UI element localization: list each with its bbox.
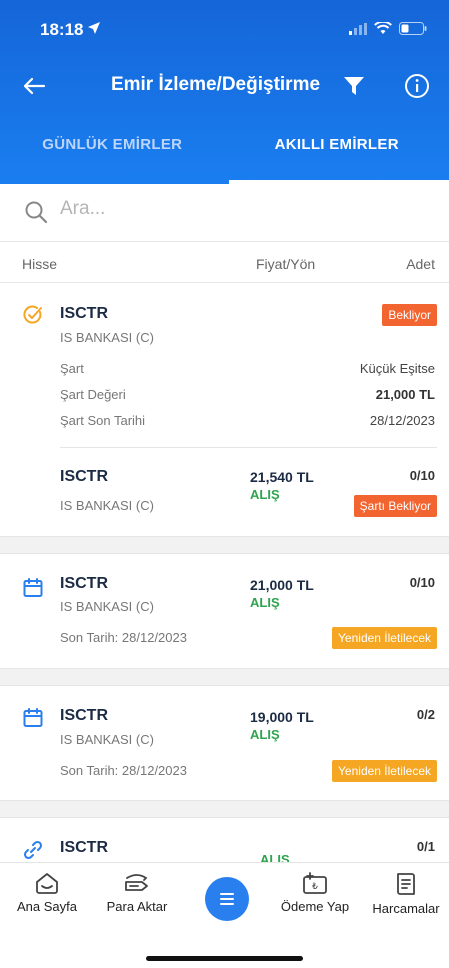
payment-icon: ₺: [303, 872, 327, 894]
order-company: IS BANKASI (C): [60, 498, 154, 513]
condition-check-icon: [23, 305, 42, 324]
filter-icon[interactable]: [343, 75, 365, 97]
order-quantity: 0/2: [416, 707, 435, 722]
condition-order-card[interactable]: ISCTR IS BANKASI (C) Bekliyor Şart Küçük…: [0, 284, 449, 536]
order-quantity: 0/10: [409, 468, 435, 483]
column-quantity: Adet: [406, 256, 435, 272]
condition-deadline-label: Şart Son Tarihi: [60, 413, 146, 428]
nav-bar: Emir İzleme/Değiştirme: [0, 66, 449, 106]
location-arrow-icon: [88, 22, 101, 34]
search-icon: [25, 201, 48, 224]
order-company: IS BANKASI (C): [60, 732, 154, 747]
order-price: 19,000 TL: [250, 709, 314, 725]
menu-icon: [220, 893, 234, 905]
order-company: IS BANKASI (C): [60, 599, 154, 614]
status-time: 18:18: [40, 20, 101, 40]
order-symbol: ISCTR: [60, 468, 108, 485]
nav-transfer[interactable]: Para Aktar: [92, 871, 182, 914]
order-status-badge: Şartı Bekliyor: [353, 495, 437, 517]
order-deadline: Son Tarih: 28/12/2023: [60, 630, 187, 645]
column-stock: Hisse: [22, 256, 58, 272]
svg-text:₺: ₺: [312, 882, 318, 892]
card-separator: [0, 536, 449, 554]
order-status-badge: Yeniden İletilecek: [332, 760, 437, 782]
order-card[interactable]: ISCTR IS BANKASI (C) Son Tarih: 28/12/20…: [0, 687, 449, 800]
transfer-icon: [125, 874, 148, 891]
order-status-badge: Yeniden İletilecek: [332, 627, 437, 649]
order-direction: ALIŞ: [250, 727, 280, 742]
order-direction: ALIŞ: [260, 852, 290, 862]
card-separator: [0, 800, 449, 818]
order-tabs: GÜNLÜK EMİRLER AKILLI EMİRLER: [0, 126, 449, 184]
nav-payment-label: Ödeme Yap: [280, 899, 350, 914]
order-deadline: Son Tarih: 28/12/2023: [60, 763, 187, 778]
order-symbol: ISCTR: [60, 575, 108, 592]
column-price-direction: Fiyat/Yön: [256, 256, 316, 272]
condition-value-label: Şart Değeri: [60, 387, 126, 402]
signal-icon: [349, 22, 367, 35]
card-separator: [0, 668, 449, 686]
tab-smart-orders[interactable]: AKILLI EMİRLER: [225, 126, 449, 184]
bottom-navigation: Ana Sayfa Para Aktar ₺ Ödeme Yap Harcama…: [0, 862, 449, 968]
order-card[interactable]: ISCTR ALIŞ 0/1: [0, 819, 449, 862]
order-symbol: ISCTR: [60, 707, 108, 724]
nav-expenses-label: Harcamalar: [372, 901, 440, 916]
column-header: Hisse Fiyat/Yön Adet: [0, 243, 449, 283]
calendar-icon: [23, 708, 43, 727]
order-quantity: 0/1: [416, 839, 435, 854]
search-input[interactable]: [60, 198, 360, 220]
calendar-icon: [23, 578, 43, 597]
home-indicator: [146, 956, 303, 961]
condition-deadline-value: 28/12/2023: [369, 413, 435, 428]
nav-home[interactable]: Ana Sayfa: [2, 871, 92, 914]
nav-expenses[interactable]: Harcamalar: [362, 871, 449, 916]
status-icons: [349, 22, 427, 35]
order-card[interactable]: ISCTR IS BANKASI (C) Son Tarih: 28/12/20…: [0, 555, 449, 668]
page-title: Emir İzleme/Değiştirme: [110, 74, 321, 95]
condition-label: Şart: [60, 361, 84, 376]
divider: [60, 447, 437, 448]
home-icon: [36, 873, 58, 894]
battery-icon: [399, 22, 427, 35]
order-quantity: 0/10: [409, 575, 435, 590]
menu-button[interactable]: [205, 877, 249, 921]
condition-value: Küçük Eşitse: [359, 361, 435, 376]
app-header: 18:18 Emir İzleme/Değiştirme GÜNLÜK EMİR…: [0, 0, 449, 184]
order-price: 21,000 TL: [250, 577, 314, 593]
search-bar: [0, 184, 449, 242]
receipt-icon: [397, 873, 415, 895]
wifi-icon: [374, 22, 392, 34]
order-direction: ALIŞ: [250, 487, 280, 502]
info-icon[interactable]: [403, 72, 431, 100]
order-symbol: ISCTR: [60, 839, 108, 856]
nav-transfer-label: Para Aktar: [106, 899, 168, 914]
company-name: IS BANKASI (C): [60, 330, 154, 345]
order-direction: ALIŞ: [250, 595, 280, 610]
status-badge: Bekliyor: [382, 304, 437, 326]
nav-home-label: Ana Sayfa: [17, 899, 77, 914]
link-icon: [23, 840, 43, 860]
tab-daily-orders[interactable]: GÜNLÜK EMİRLER: [0, 126, 225, 184]
nav-payment[interactable]: ₺ Ödeme Yap: [270, 871, 360, 914]
status-bar: 18:18: [0, 16, 449, 46]
condition-value-amount: 21,000 TL: [375, 387, 435, 402]
stock-symbol: ISCTR: [60, 305, 108, 322]
order-price: 21,540 TL: [250, 469, 314, 485]
